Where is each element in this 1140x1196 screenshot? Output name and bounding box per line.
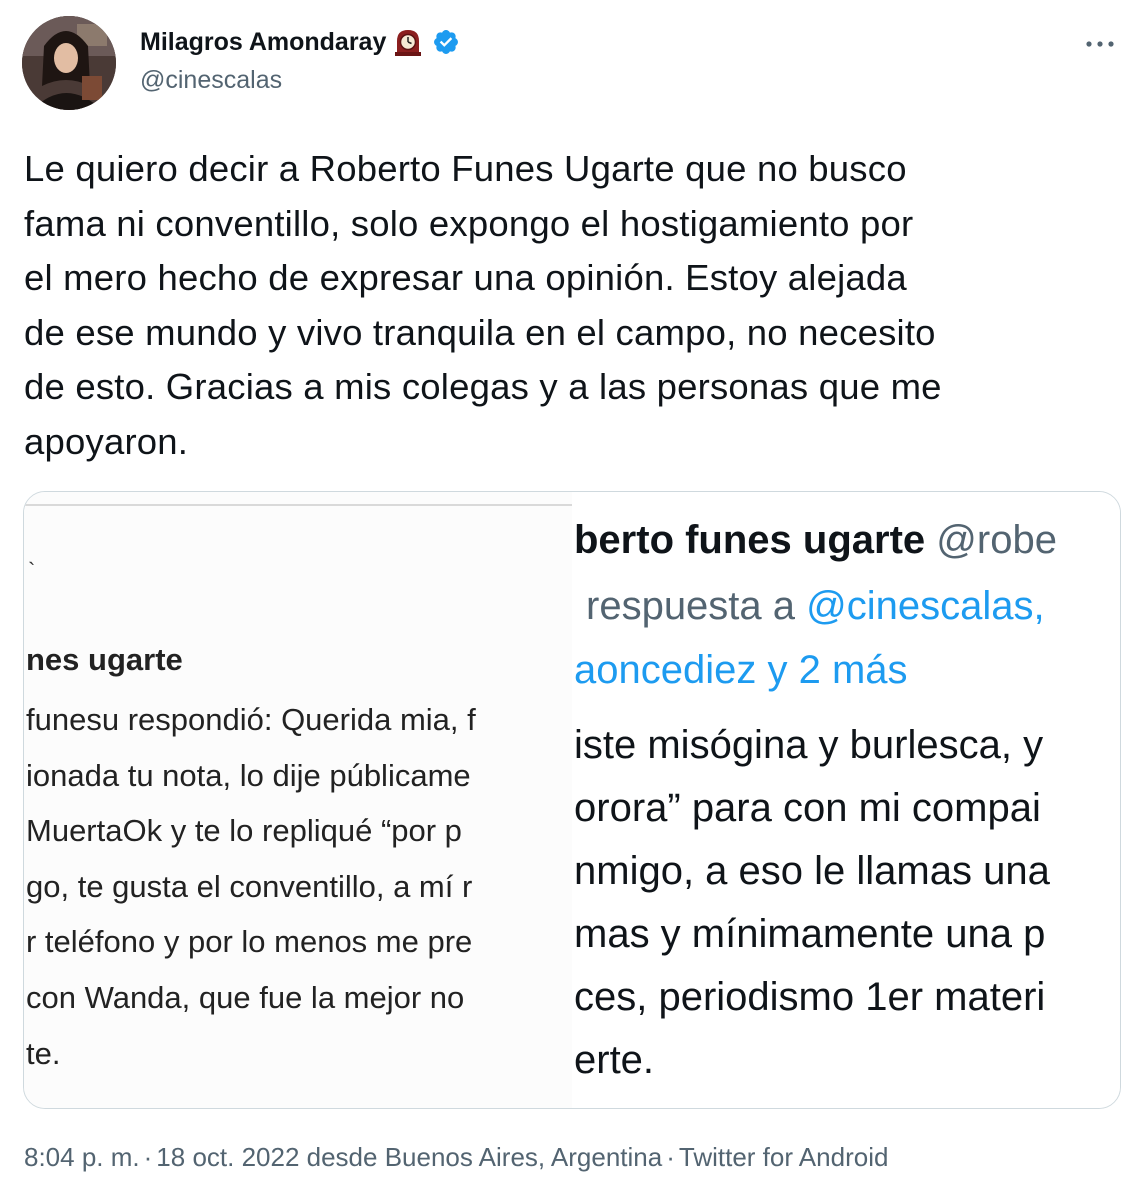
right-line: erte. [574, 1038, 655, 1082]
reply-prefix: respuesta a [586, 584, 796, 628]
right-reply-more: aoncediez y 2 más [574, 648, 908, 692]
right-screenshot-handle: @robe [936, 518, 1057, 562]
media-image-left[interactable]: ` nes ugarte funesu respondió: Querida m… [24, 492, 572, 1108]
media-card[interactable]: ` nes ugarte funesu respondió: Querida m… [23, 491, 1121, 1109]
author-handle[interactable]: @cinescalas [140, 66, 460, 95]
tweet-line: de esto. Gracias a mis colegas y a las p… [24, 366, 942, 407]
right-line: nmigo, a eso le llamas una [574, 849, 1050, 893]
clock-icon [392, 27, 424, 57]
tweet-time-link[interactable]: 8:04 p. m. [24, 1142, 140, 1172]
verified-badge-icon [432, 28, 460, 56]
tweet-text: Le quiero decir a Roberto Funes Ugarte q… [24, 142, 1124, 469]
left-line: con Wanda, que fue la mejor no [26, 979, 465, 1015]
right-line: iste misógina y burlesca, y [574, 723, 1044, 767]
right-line: mas y mínimamente una p [574, 912, 1046, 956]
right-line: orora” para con mi compai [574, 786, 1041, 830]
left-screenshot-text: funesu respondió: Querida mia, f ionada … [26, 692, 476, 1081]
left-line: go, te gusta el conventillo, a mí r [26, 868, 473, 904]
right-screenshot-name: berto funes ugarte [574, 518, 926, 562]
avatar-image [22, 16, 116, 110]
author-block: Milagros Amondaray @cinescalas [140, 24, 460, 95]
left-line: r teléfono y por lo menos me pre [26, 924, 473, 960]
tweet-source-link[interactable]: Twitter for Android [679, 1142, 889, 1172]
tweet-date-link[interactable]: 18 oct. 2022 desde Buenos Aires, Argenti… [156, 1142, 662, 1172]
reply-mention: @cinescalas, [806, 584, 1045, 628]
media-image-right[interactable]: berto funes ugarte @robe respuesta a @ci… [572, 492, 1120, 1108]
name-row: Milagros Amondaray [140, 24, 460, 60]
more-options-icon[interactable] [1082, 32, 1118, 56]
left-line: ionada tu nota, lo dije públicame [26, 757, 471, 793]
meta-separator: · [143, 1142, 153, 1172]
left-screenshot-title: nes ugarte [26, 642, 183, 677]
right-line: ces, periodismo 1er materi [574, 975, 1046, 1019]
tweet-line: apoyaron. [24, 420, 189, 462]
right-screenshot-header: berto funes ugarte @robe [574, 518, 1057, 563]
tweet-meta: 8:04 p. m. · 18 oct. 2022 desde Buenos Air… [24, 1142, 888, 1173]
left-line: te. [26, 1035, 61, 1071]
tweet-line: de ese mundo y vivo tranquila en el camp… [24, 311, 936, 353]
left-tick-mark: ` [28, 558, 36, 583]
author-name[interactable]: Milagros Amondaray [140, 28, 386, 57]
right-screenshot-text: iste misógina y burlesca, y orora” para … [574, 714, 1050, 1092]
tweet-line: fama ni conventillo, solo expongo el hos… [24, 202, 914, 244]
left-line: funesu respondió: Querida mia, f [26, 702, 476, 737]
tweet-line: el mero hecho de expresar una opinión. E… [24, 257, 907, 298]
avatar[interactable] [22, 16, 116, 110]
meta-separator: · [666, 1142, 675, 1172]
divider [24, 504, 572, 506]
right-reply-line: respuesta a @cinescalas, [586, 584, 1045, 629]
left-line: MuertaOk y te lo repliqué “por p [26, 813, 462, 849]
tweet-line: Le quiero decir a Roberto Funes Ugarte q… [24, 148, 907, 189]
